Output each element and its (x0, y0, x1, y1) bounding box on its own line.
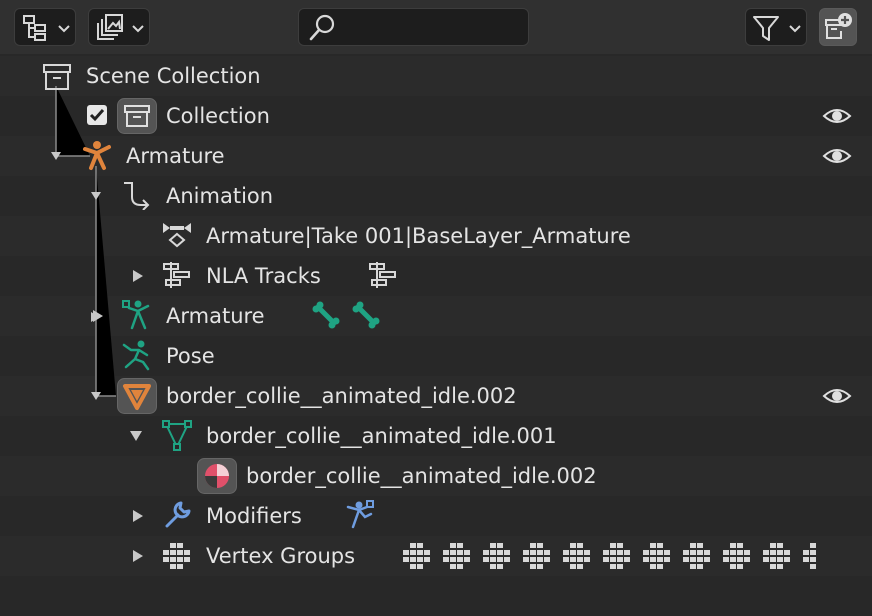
mesh-data-icon (162, 420, 192, 451)
scene-collection-icon (43, 64, 71, 90)
bone-icon (312, 301, 340, 329)
chevron-down-icon (789, 25, 801, 33)
expand-arrow-icon[interactable] (131, 548, 145, 564)
material-icon (197, 458, 237, 494)
expand-arrow-icon[interactable] (131, 268, 145, 284)
material-label[interactable]: border_collie__animated_idle.002 (246, 456, 597, 496)
display-mode-dropdown[interactable] (14, 8, 76, 46)
nla-tracks-label[interactable]: NLA Tracks (206, 256, 321, 296)
funnel-icon (753, 16, 801, 41)
image-library-icon (97, 14, 144, 40)
tree-row (0, 576, 872, 616)
search-input[interactable] (298, 8, 529, 46)
vertex-group-icons-strip (403, 543, 816, 569)
pose-label[interactable]: Pose (166, 336, 215, 376)
filter-dropdown[interactable] (745, 8, 807, 46)
animation-label[interactable]: Animation (166, 176, 273, 216)
modifiers-label[interactable]: Modifiers (206, 496, 302, 536)
search-icon (309, 14, 335, 41)
armature-modifier-icon (346, 500, 374, 529)
checkbox-checked[interactable] (86, 104, 108, 126)
new-collection-button[interactable] (819, 8, 857, 46)
collection-label[interactable]: Collection (166, 96, 270, 136)
animation-icon (124, 182, 150, 210)
outliner-header (0, 0, 872, 54)
mesh-data-label[interactable]: border_collie__animated_idle.001 (206, 416, 557, 456)
outliner-display-icon (23, 15, 70, 41)
action-label[interactable]: Armature|Take 001|BaseLayer_Armature (206, 216, 631, 256)
outliner-tree: Scene Collection Collection Armature Ani… (0, 56, 872, 616)
expand-arrow-icon[interactable] (131, 508, 145, 524)
action-icon (163, 223, 191, 248)
armature-data-icon (122, 300, 150, 330)
eye-icon[interactable] (822, 384, 852, 408)
new-collection-icon (825, 13, 852, 39)
bone-icon (352, 301, 380, 329)
armature-object-icon (83, 141, 111, 170)
nla-tracks-icon (369, 262, 396, 288)
collapse-arrow-icon[interactable] (128, 429, 144, 443)
mesh-object-label[interactable]: border_collie__animated_idle.002 (166, 376, 517, 416)
vertex-groups-icon (163, 543, 190, 569)
scene-collection-label[interactable]: Scene Collection (86, 56, 261, 96)
filter-datablock-dropdown[interactable] (88, 8, 150, 46)
chevron-down-icon (58, 25, 70, 33)
vertex-groups-label[interactable]: Vertex Groups (206, 536, 355, 576)
armature-data-label[interactable]: Armature (166, 296, 265, 336)
collection-icon (117, 98, 157, 134)
wrench-icon (165, 501, 191, 528)
mesh-object-icon (117, 378, 157, 414)
expand-arrow-icon[interactable] (91, 308, 105, 324)
chevron-down-icon (132, 25, 144, 33)
pose-icon (122, 340, 150, 371)
armature-object-label[interactable]: Armature (126, 136, 225, 176)
eye-icon[interactable] (822, 104, 852, 128)
eye-icon[interactable] (822, 144, 852, 168)
nla-tracks-icon (163, 262, 190, 288)
